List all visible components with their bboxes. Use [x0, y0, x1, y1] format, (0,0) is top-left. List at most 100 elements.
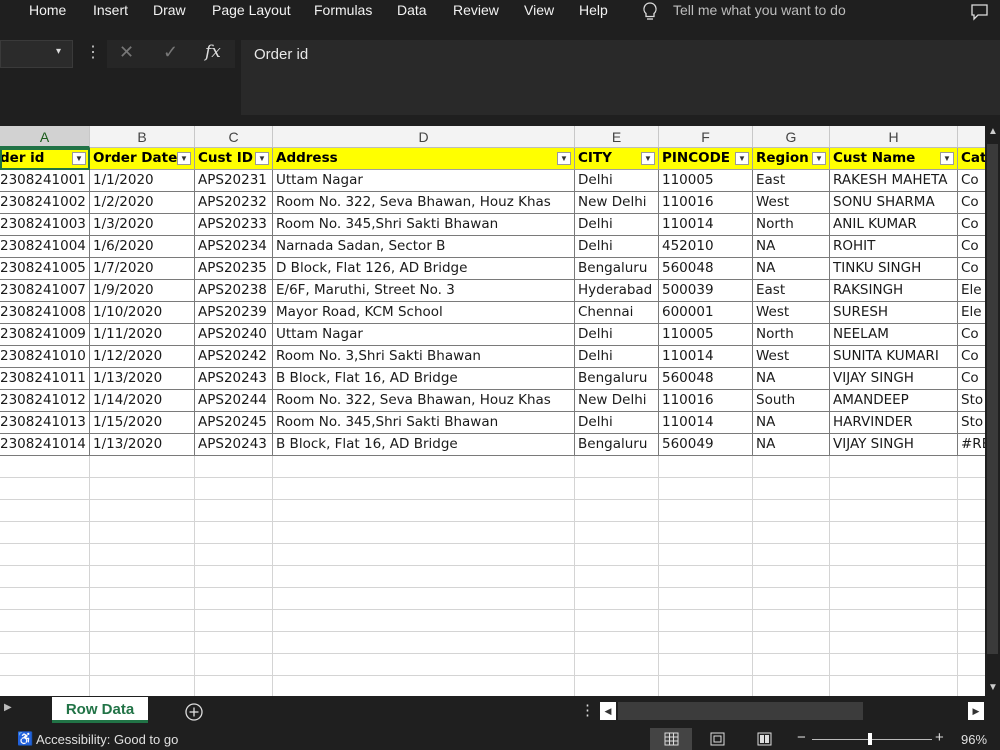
table-cell[interactable]: B Block, Flat 16, AD Bridge [273, 434, 575, 456]
filter-dropdown-icon[interactable]: ▼ [557, 152, 571, 165]
table-cell[interactable]: 1/15/2020 [90, 412, 195, 434]
zoom-level[interactable]: 96% [961, 732, 987, 747]
table-cell[interactable]: Room No. 345,Shri Sakti Bhawan [273, 412, 575, 434]
scroll-down-icon[interactable]: ▼ [988, 682, 998, 693]
empty-cell[interactable] [273, 566, 575, 588]
column-header-g[interactable]: G [753, 126, 830, 148]
table-cell[interactable]: North [753, 214, 830, 236]
table-cell[interactable]: Hyderabad [575, 280, 659, 302]
table-cell[interactable]: APS20235 [195, 258, 273, 280]
empty-cell[interactable] [753, 654, 830, 676]
table-cell[interactable]: Delhi [575, 236, 659, 258]
menu-view[interactable]: View [524, 2, 554, 18]
worksheet-grid[interactable]: A B C D E F G Hder id ▼ Order Date ▼ Cust ID ▼ Addres… [0, 126, 985, 696]
table-cell[interactable]: APS20244 [195, 390, 273, 412]
empty-cell[interactable] [575, 478, 659, 500]
empty-cell[interactable] [0, 632, 90, 654]
table-cell[interactable]: RAKESH MAHETA [830, 170, 958, 192]
menu-review[interactable]: Review [453, 2, 499, 18]
table-cell[interactable]: NA [753, 434, 830, 456]
empty-cell[interactable] [659, 588, 753, 610]
table-cell[interactable]: NA [753, 236, 830, 258]
table-cell[interactable]: 110016 [659, 192, 753, 214]
empty-cell[interactable] [659, 654, 753, 676]
empty-cell[interactable] [0, 566, 90, 588]
comments-icon[interactable] [970, 3, 990, 21]
table-cell[interactable]: 2308241012 [0, 390, 90, 412]
empty-cell[interactable] [575, 500, 659, 522]
table-cell[interactable]: West [753, 192, 830, 214]
name-box-dropdown-icon[interactable]: ▾ [56, 46, 61, 57]
column-header-a[interactable]: A [0, 126, 90, 148]
table-cell[interactable]: 560049 [659, 434, 753, 456]
table-cell[interactable]: New Delhi [575, 390, 659, 412]
table-cell[interactable]: Co [958, 258, 985, 280]
insert-function-icon[interactable]: fx [205, 42, 221, 62]
empty-cell[interactable] [273, 456, 575, 478]
column-header-b[interactable]: B [90, 126, 195, 148]
empty-cell[interactable] [90, 544, 195, 566]
table-cell[interactable]: #RE [958, 434, 985, 456]
accessibility-icon[interactable]: ♿ [17, 731, 33, 747]
table-cell[interactable]: Room No. 322, Seva Bhawan, Houz Khas [273, 390, 575, 412]
empty-cell[interactable] [0, 456, 90, 478]
table-cell[interactable]: 2308241011 [0, 368, 90, 390]
table-cell[interactable]: West [753, 346, 830, 368]
column-header-f[interactable]: F [659, 126, 753, 148]
empty-cell[interactable] [830, 632, 958, 654]
empty-cell[interactable] [0, 610, 90, 632]
empty-cell[interactable] [195, 544, 273, 566]
empty-cell[interactable] [90, 500, 195, 522]
table-cell[interactable]: 1/2/2020 [90, 192, 195, 214]
table-cell[interactable]: Bengaluru [575, 368, 659, 390]
table-cell[interactable]: 1/13/2020 [90, 434, 195, 456]
table-cell[interactable]: NEELAM [830, 324, 958, 346]
table-cell[interactable]: ANIL KUMAR [830, 214, 958, 236]
empty-cell[interactable] [830, 500, 958, 522]
scroll-up-icon[interactable]: ▲ [988, 126, 998, 137]
table-cell[interactable]: Co [958, 214, 985, 236]
empty-cell[interactable] [0, 500, 90, 522]
empty-cell[interactable] [830, 478, 958, 500]
table-cell[interactable]: Delhi [575, 170, 659, 192]
empty-cell[interactable] [575, 566, 659, 588]
table-cell[interactable]: 2308241003 [0, 214, 90, 236]
table-cell[interactable]: 2308241002 [0, 192, 90, 214]
table-cell[interactable]: APS20232 [195, 192, 273, 214]
zoom-slider-thumb[interactable] [868, 733, 872, 745]
empty-cell[interactable] [90, 522, 195, 544]
name-box[interactable]: ▾ [0, 40, 73, 68]
filter-dropdown-icon[interactable]: ▼ [641, 152, 655, 165]
table-cell[interactable]: 2308241010 [0, 346, 90, 368]
empty-cell[interactable] [575, 676, 659, 696]
table-cell[interactable]: Sto [958, 390, 985, 412]
table-cell[interactable]: 1/13/2020 [90, 368, 195, 390]
table-cell[interactable]: APS20240 [195, 324, 273, 346]
table-cell[interactable]: 1/6/2020 [90, 236, 195, 258]
menu-insert[interactable]: Insert [93, 2, 128, 18]
empty-cell[interactable] [958, 610, 985, 632]
table-cell[interactable]: South [753, 390, 830, 412]
table-cell[interactable]: SURESH [830, 302, 958, 324]
empty-cell[interactable] [958, 632, 985, 654]
empty-cell[interactable] [90, 632, 195, 654]
empty-cell[interactable] [830, 676, 958, 696]
table-cell[interactable]: SUNITA KUMARI [830, 346, 958, 368]
empty-cell[interactable] [90, 654, 195, 676]
empty-cell[interactable] [958, 676, 985, 696]
vertical-scrollbar[interactable]: ▲ ▼ [985, 126, 1000, 696]
empty-cell[interactable] [0, 544, 90, 566]
table-cell[interactable]: Room No. 3,Shri Sakti Bhawan [273, 346, 575, 368]
table-cell[interactable]: APS20238 [195, 280, 273, 302]
empty-cell[interactable] [958, 654, 985, 676]
table-cell[interactable]: HARVINDER [830, 412, 958, 434]
empty-cell[interactable] [659, 544, 753, 566]
table-cell[interactable]: Co [958, 346, 985, 368]
empty-cell[interactable] [575, 632, 659, 654]
table-cell[interactable]: 2308241008 [0, 302, 90, 324]
empty-cell[interactable] [273, 676, 575, 696]
empty-cell[interactable] [195, 676, 273, 696]
table-cell[interactable]: B Block, Flat 16, AD Bridge [273, 368, 575, 390]
table-cell[interactable]: SONU SHARMA [830, 192, 958, 214]
table-cell[interactable]: Uttam Nagar [273, 170, 575, 192]
